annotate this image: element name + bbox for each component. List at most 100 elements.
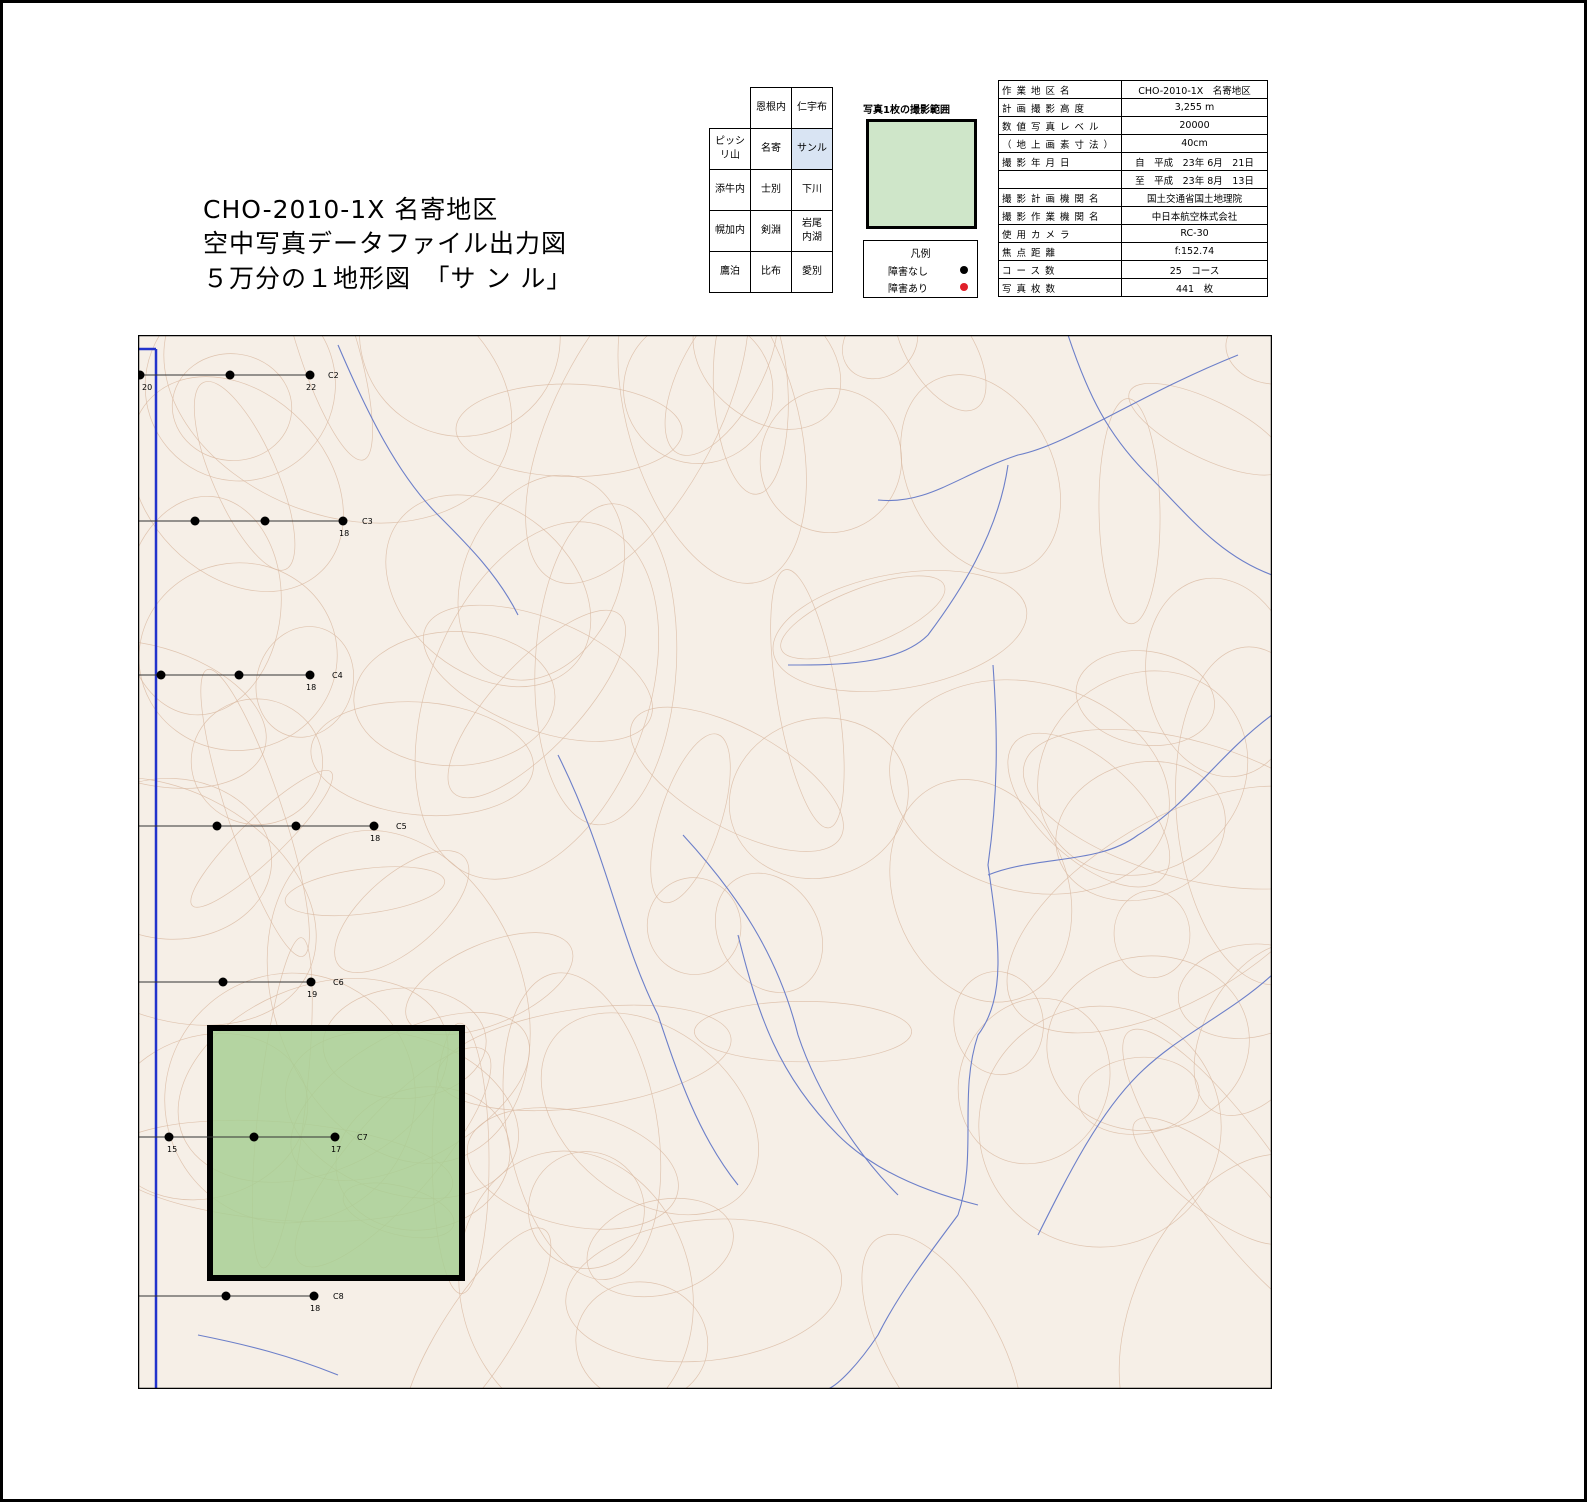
index-grid-cell: 岩尾 内湖	[791, 210, 833, 252]
index-grid-cell: ピッシ リ山	[709, 128, 751, 170]
info-key: （地上画素寸法）	[997, 134, 1123, 153]
index-grid-cell: 仁宇布	[791, 87, 833, 129]
info-value: 3,255 m	[1121, 98, 1269, 117]
index-grid-cell: 幌加内	[709, 210, 751, 252]
info-key: 使用カメラ	[997, 224, 1123, 243]
course-count-label: 19	[307, 990, 317, 999]
index-grid-cell: 名寄	[750, 128, 792, 170]
index-grid-cell: 剣淵	[750, 210, 792, 252]
course-name-label: C5	[396, 822, 407, 831]
legend-label-no-obstacle: 障害なし	[888, 267, 928, 278]
course-name-label: C8	[333, 1292, 344, 1301]
info-key: 写真枚数	[997, 278, 1123, 297]
photo-center-point	[190, 516, 200, 526]
info-key: 作業地区名	[997, 80, 1123, 99]
map-index-grid: 恩根内 仁宇布 ピッシ リ山 名寄 サンル 添牛内 士別 下川 幌加内 剣淵 岩尾 内湖 鷹泊 比布 愛別	[709, 87, 833, 293]
legend-row-obstacle: 障害あり	[888, 280, 968, 295]
info-row: 写真枚数 441 枚	[997, 278, 1269, 297]
photo-center-point	[330, 1132, 340, 1142]
photo-center-point	[156, 670, 166, 680]
photo-info-table: 作業地区名 CHO-2010-1X 名寄地区 計画撮影高度 3,255 m 数値写真レベ…	[997, 80, 1269, 297]
info-row: コース数 25 コース	[997, 260, 1269, 279]
info-key	[997, 170, 1123, 189]
info-value: 国土交通省国土地理院	[1121, 188, 1269, 207]
photo-center-point	[369, 821, 379, 831]
course-start-label: 20	[142, 383, 152, 392]
course-count-label: 18	[306, 683, 316, 692]
info-row: 数値写真レベル 20000	[997, 116, 1269, 135]
info-row: 撮影計画機関名 国土交通省国土地理院	[997, 188, 1269, 207]
course-name-label: C6	[333, 978, 344, 987]
photo-center-point	[212, 821, 222, 831]
info-row: 撮影年月日自 平成 23年 6月 21日	[997, 152, 1269, 171]
topographic-map: C2 22 20 C3 18 C4 18 C5 18 C6 19 C7 17 15 C8 18	[138, 335, 1272, 1389]
red-dot-icon	[960, 283, 968, 291]
course-name-label: C7	[357, 1133, 368, 1142]
photo-center-point	[291, 821, 301, 831]
info-row: 作業地区名 CHO-2010-1X 名寄地区	[997, 80, 1269, 99]
legend-row-no-obstacle: 障害なし	[888, 263, 968, 278]
legend-label-obstacle: 障害あり	[888, 284, 928, 295]
info-key: 撮影作業機関名	[997, 206, 1123, 225]
info-key: 計画撮影高度	[997, 98, 1123, 117]
index-grid-cell: 鷹泊	[709, 251, 751, 293]
index-grid-cell: 士別	[750, 169, 792, 211]
index-grid-cell: 恩根内	[750, 87, 792, 129]
title-line-1: CHO-2010-1X 名寄地区	[203, 195, 499, 224]
info-value: 25 コース	[1121, 260, 1269, 279]
info-key: 撮影計画機関名	[997, 188, 1123, 207]
info-row: （地上画素寸法） 40cm	[997, 134, 1269, 153]
course-name-label: C4	[332, 671, 343, 680]
index-grid-row: 幌加内 剣淵 岩尾 内湖	[709, 210, 833, 252]
info-value: f:152.74	[1121, 242, 1269, 261]
photo-center-point	[225, 370, 235, 380]
info-value: RC-30	[1121, 224, 1269, 243]
course-start-label: 15	[167, 1145, 177, 1154]
course-name-label: C3	[362, 517, 373, 526]
photo-center-point	[309, 1291, 319, 1301]
coverage-swatch	[866, 119, 977, 229]
photo-center-point	[338, 516, 348, 526]
info-row: 撮影作業機関名 中日本航空株式会社	[997, 206, 1269, 225]
index-grid-cell: 愛別	[791, 251, 833, 293]
index-grid-cell: 下川	[791, 169, 833, 211]
photo-center-point	[306, 977, 316, 987]
course-count-label: 18	[310, 1304, 320, 1313]
course-count-label: 18	[339, 529, 349, 538]
info-value: 20000	[1121, 116, 1269, 135]
legend-title: 凡例	[910, 249, 931, 260]
photo-center-point	[164, 1132, 174, 1142]
info-value: 441 枚	[1121, 278, 1269, 297]
index-grid-row: ピッシ リ山 名寄 サンル	[709, 128, 833, 170]
index-grid-row: 鷹泊 比布 愛別	[709, 251, 833, 293]
legend: 凡例 障害なし 障害あり	[863, 240, 978, 298]
info-key: 焦点距離	[997, 242, 1123, 261]
course-count-label: 22	[306, 383, 316, 392]
coverage-title: 写真1枚の撮影範囲	[863, 105, 950, 116]
info-value: 至 平成 23年 8月 13日	[1121, 170, 1269, 189]
info-value: 40cm	[1121, 134, 1269, 153]
photo-center-point	[260, 516, 270, 526]
info-value: CHO-2010-1X 名寄地区	[1121, 80, 1269, 99]
info-key: 数値写真レベル	[997, 116, 1123, 135]
info-row: 至 平成 23年 8月 13日	[997, 170, 1269, 189]
course-name-label: C2	[328, 371, 339, 380]
photo-center-point	[218, 977, 228, 987]
title-line-2: 空中写真データファイル出力図	[203, 229, 568, 258]
index-grid-row: 添牛内 士別 下川	[709, 169, 833, 211]
info-value: 中日本航空株式会社	[1121, 206, 1269, 225]
course-count-label: 17	[331, 1145, 341, 1154]
course-count-label: 18	[370, 834, 380, 843]
info-row: 計画撮影高度 3,255 m	[997, 98, 1269, 117]
index-grid-cell: サンル	[791, 128, 833, 170]
info-key: 撮影年月日	[997, 152, 1123, 171]
photo-center-point	[305, 670, 315, 680]
info-value: 自 平成 23年 6月 21日	[1121, 152, 1269, 171]
index-grid-cell: 添牛内	[709, 169, 751, 211]
photo-center-point	[221, 1291, 231, 1301]
index-grid-cell: 比布	[750, 251, 792, 293]
info-key: コース数	[997, 260, 1123, 279]
info-row: 焦点距離 f:152.74	[997, 242, 1269, 261]
black-dot-icon	[960, 266, 968, 274]
info-row: 使用カメラ RC-30	[997, 224, 1269, 243]
